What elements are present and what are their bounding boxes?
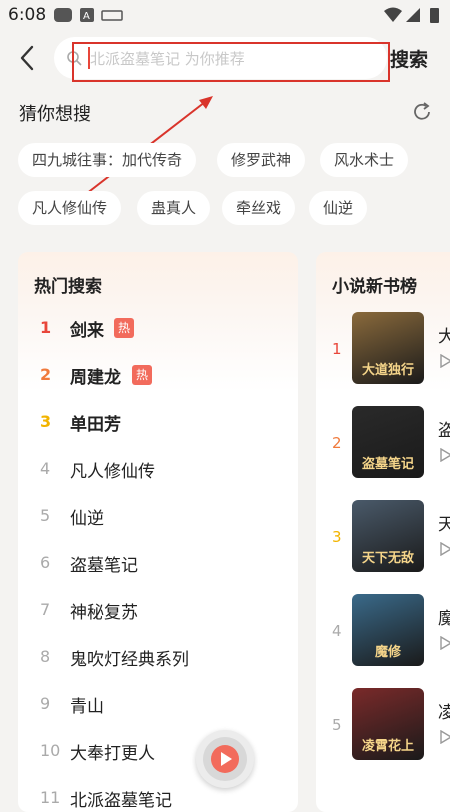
- suggest-chip[interactable]: 凡人修仙传: [18, 191, 122, 225]
- book-cover-text: 盗墓笔记: [361, 457, 414, 472]
- hot-search-name: 鬼吹灯经典系列: [70, 650, 189, 670]
- rank-number: 11: [40, 788, 61, 807]
- play-icon[interactable]: [440, 542, 450, 556]
- rank-number: 5: [40, 506, 51, 525]
- hot-search-title: 热门搜索: [34, 277, 102, 297]
- hot-search-card: 热门搜索 1 剑来热 2 周建龙热 3 单田芳 4 凡人修仙传 5 仙逆 6 盗墓笔记 7 神秘复苏 8 鬼吹…: [18, 252, 298, 812]
- suggest-chip[interactable]: 仙逆: [309, 191, 368, 225]
- suggest-chip[interactable]: 风水术士: [320, 143, 409, 177]
- hot-search-name: 凡人修仙传: [70, 462, 155, 482]
- rank-number: 4: [40, 459, 51, 478]
- book-title: 魔: [438, 609, 450, 629]
- hot-search-name: 北派盗墓笔记: [70, 791, 172, 811]
- rank-number: 1: [40, 318, 52, 337]
- play-icon[interactable]: [440, 730, 450, 744]
- play-icon[interactable]: [440, 354, 450, 368]
- rank-number: 2: [40, 365, 52, 384]
- book-cover[interactable]: 大道独行: [352, 312, 424, 384]
- hot-badge: 热: [114, 318, 134, 338]
- play-icon[interactable]: [440, 448, 450, 462]
- book-rank-number: 4: [332, 622, 342, 640]
- hot-search-name: 青山: [70, 697, 104, 717]
- audio-play-fab[interactable]: [196, 730, 254, 788]
- new-book-row[interactable]: 3 天下无敌 天: [316, 500, 450, 580]
- hot-search-row[interactable]: 11 北派盗墓笔记: [18, 780, 298, 812]
- play-icon[interactable]: [440, 636, 450, 650]
- book-rank-number: 2: [332, 434, 342, 452]
- hot-search-name: 剑来: [70, 321, 104, 341]
- hot-search-name: 周建龙: [70, 368, 121, 388]
- hot-badge: 热: [132, 365, 152, 385]
- rank-number: 7: [40, 600, 51, 619]
- book-rank-number: 3: [332, 528, 342, 546]
- hot-search-row[interactable]: 1 剑来热: [18, 310, 298, 350]
- book-title: 大: [438, 327, 450, 347]
- hot-search-row[interactable]: 6 盗墓笔记: [18, 545, 298, 585]
- hot-search-row[interactable]: 10 大奉打更人: [18, 733, 298, 773]
- book-rank-number: 5: [332, 716, 342, 734]
- rank-number: 9: [40, 694, 51, 713]
- hot-search-name: 盗墓笔记: [70, 556, 138, 576]
- hot-search-row[interactable]: 3 单田芳: [18, 404, 298, 444]
- book-title: 天: [438, 515, 450, 535]
- book-cover-text: 大道独行: [361, 363, 414, 378]
- rank-number: 10: [40, 741, 61, 760]
- rank-number: 3: [40, 412, 52, 431]
- guess-section-title: 猜你想搜: [19, 104, 91, 125]
- new-book-row[interactable]: 5 凌霄花上 凌: [316, 688, 450, 768]
- hot-search-row[interactable]: 8 鬼吹灯经典系列: [18, 639, 298, 679]
- suggest-chip[interactable]: 牵丝戏: [222, 191, 296, 225]
- new-book-row[interactable]: 2 盗墓笔记 盗: [316, 406, 450, 486]
- book-cover-text: 天下无敌: [361, 551, 414, 566]
- new-book-row[interactable]: 4 魔修 魔: [316, 594, 450, 674]
- new-books-card: 小说新书榜 1 大道独行 大 2 盗墓笔记 盗 3 天下无敌 天 4 魔修 魔 5 凌霄花上 凌: [316, 252, 450, 812]
- book-cover-text: 凌霄花上: [361, 739, 414, 754]
- rank-number: 8: [40, 647, 51, 666]
- hot-search-row[interactable]: 5 仙逆: [18, 498, 298, 538]
- book-cover-text: 魔修: [374, 645, 401, 660]
- hot-search-row[interactable]: 4 凡人修仙传: [18, 451, 298, 491]
- hot-search-row[interactable]: 2 周建龙热: [18, 357, 298, 397]
- hot-search-name: 仙逆: [70, 509, 104, 529]
- hot-search-name: 神秘复苏: [70, 603, 138, 623]
- book-title: 盗: [438, 421, 450, 441]
- play-icon: [203, 737, 247, 781]
- hot-search-name: 大奉打更人: [70, 744, 155, 764]
- refresh-icon[interactable]: [410, 100, 434, 124]
- suggest-chip[interactable]: 四九城往事：加代传奇: [18, 143, 197, 177]
- new-books-title: 小说新书榜: [332, 277, 417, 297]
- suggest-chip[interactable]: 蛊真人: [137, 191, 211, 225]
- book-cover[interactable]: 天下无敌: [352, 500, 424, 572]
- new-book-row[interactable]: 1 大道独行 大: [316, 312, 450, 392]
- book-title: 凌: [438, 703, 450, 723]
- hot-search-row[interactable]: 9 青山: [18, 686, 298, 726]
- book-cover[interactable]: 魔修: [352, 594, 424, 666]
- hot-search-row[interactable]: 7 神秘复苏: [18, 592, 298, 632]
- book-cover[interactable]: 凌霄花上: [352, 688, 424, 760]
- hot-search-name: 单田芳: [70, 415, 121, 435]
- book-cover[interactable]: 盗墓笔记: [352, 406, 424, 478]
- book-rank-number: 1: [332, 340, 342, 358]
- rank-number: 6: [40, 553, 51, 572]
- suggest-chip[interactable]: 修罗武神: [217, 143, 306, 177]
